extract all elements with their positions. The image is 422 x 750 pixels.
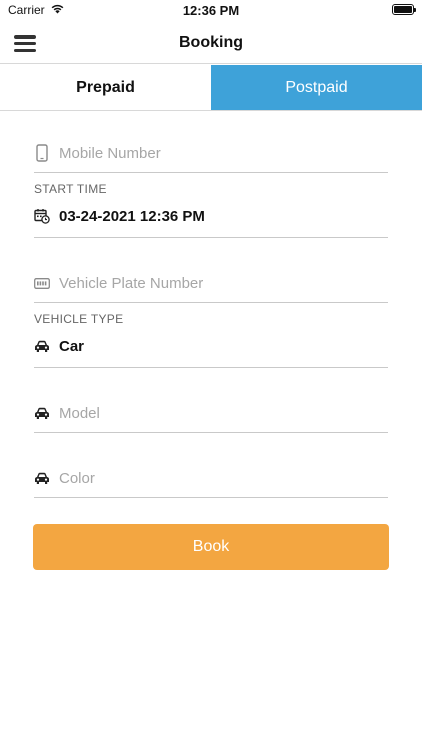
page-title: Booking [179,34,243,51]
car-icon [34,405,50,421]
start-time-label: START TIME [34,182,107,196]
car-icon [34,470,50,486]
calendar-clock-icon [34,208,50,224]
model-input[interactable]: Model [59,405,100,422]
book-button[interactable]: Book [33,524,389,570]
tab-postpaid[interactable]: Postpaid [211,65,422,110]
mobile-number-input[interactable]: Mobile Number [59,145,161,162]
color-field[interactable]: Color [34,464,388,498]
status-time: 12:36 PM [182,3,240,18]
start-time-value[interactable]: 03-24-2021 12:36 PM [59,208,205,225]
start-time-field[interactable]: START TIME 03-24-2021 12:36 PM [34,182,388,238]
status-bar: Carrier 12:36 PM [0,0,422,22]
mobile-number-field[interactable]: Mobile Number [34,139,388,173]
vehicle-plate-field[interactable]: Vehicle Plate Number [34,269,388,303]
mobile-phone-icon [34,144,50,162]
license-plate-icon [34,275,50,291]
vehicle-type-field[interactable]: VEHICLE TYPE Car [34,312,388,368]
payment-tabs: Prepaid Postpaid [0,65,422,111]
car-icon [34,338,50,354]
model-field[interactable]: Model [34,399,388,433]
vehicle-plate-input[interactable]: Vehicle Plate Number [59,275,203,292]
vehicle-type-label: VEHICLE TYPE [34,312,124,326]
vehicle-type-value[interactable]: Car [59,338,84,355]
navigation-bar: Booking [0,22,422,64]
tab-prepaid[interactable]: Prepaid [0,65,211,110]
color-input[interactable]: Color [59,470,95,487]
battery-icon [392,4,416,15]
